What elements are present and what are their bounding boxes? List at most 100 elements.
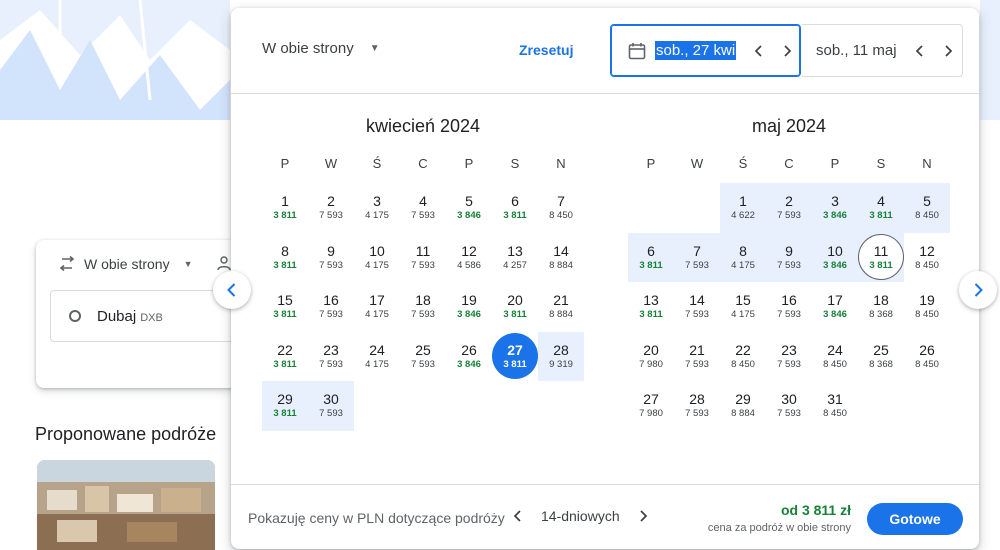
day-number: 10 xyxy=(369,242,385,259)
day-cell[interactable]: 27 593 xyxy=(766,183,812,233)
return-date-field[interactable]: sob., 11 maj xyxy=(802,24,963,77)
day-cell[interactable]: 43 811 xyxy=(858,183,904,233)
scroll-left-button[interactable] xyxy=(213,271,251,309)
day-cell[interactable]: 14 7 593 xyxy=(674,282,720,332)
origin-city: Dubaj xyxy=(97,307,137,325)
day-number: 18 xyxy=(873,292,889,309)
day-number: 3 xyxy=(831,193,839,210)
return-date-value[interactable]: sob., 11 maj xyxy=(816,42,897,59)
day-cell[interactable]: 21 7 593 xyxy=(674,332,720,382)
day-cell[interactable]: 11 7 593 xyxy=(400,233,446,283)
day-cell[interactable]: 10 3 846 xyxy=(812,232,858,282)
day-cell[interactable]: 22 8 450 xyxy=(720,332,766,382)
day-cell[interactable]: 27 593 xyxy=(308,183,354,233)
day-cell[interactable]: 23 7 593 xyxy=(308,332,354,382)
day-cell[interactable]: 14 8 884 xyxy=(538,233,584,283)
reset-button[interactable]: Zresetuj xyxy=(519,42,573,58)
day-cell[interactable]: 83 811 xyxy=(262,233,308,283)
day-cell[interactable]: 97 593 xyxy=(308,233,354,283)
day-number: 24 xyxy=(369,341,385,358)
day-cell[interactable]: 13 4 257 xyxy=(492,233,538,283)
day-cell[interactable]: 84 175 xyxy=(720,232,766,282)
day-number: 12 xyxy=(461,242,477,259)
day-cell[interactable]: 53 846 xyxy=(446,183,492,233)
day-cell[interactable]: 21 8 884 xyxy=(538,282,584,332)
day-cell[interactable]: 31 8 450 xyxy=(812,381,858,431)
scroll-right-button[interactable] xyxy=(959,271,997,309)
day-cell[interactable]: 19 8 450 xyxy=(904,282,950,332)
day-number: 28 xyxy=(553,341,569,358)
day-cell[interactable]: 25 8 368 xyxy=(858,332,904,382)
day-cell[interactable]: 18 7 593 xyxy=(400,282,446,332)
day-cell[interactable]: 33 846 xyxy=(812,183,858,233)
day-cell[interactable]: 19 3 846 xyxy=(446,282,492,332)
day-cell[interactable]: 29 8 884 xyxy=(720,381,766,431)
month-title: maj 2024 xyxy=(751,116,827,136)
day-number: 10 xyxy=(827,242,843,259)
return-prev-day-button[interactable] xyxy=(911,42,929,60)
done-button[interactable]: Gotowe xyxy=(867,503,963,535)
day-cell[interactable]: 15 4 175 xyxy=(720,282,766,332)
day-cell[interactable]: 63 811 xyxy=(492,183,538,233)
day-cell[interactable]: 24 4 175 xyxy=(354,332,400,382)
day-cell[interactable]: 13 811 xyxy=(262,183,308,233)
trip-type-dropdown[interactable]: W obie strony ▼ xyxy=(262,40,380,57)
departure-next-day-button[interactable] xyxy=(778,42,796,60)
day-price: 3 811 xyxy=(273,210,297,222)
day-cell[interactable]: 10 4 175 xyxy=(354,233,400,283)
day-cell[interactable]: 58 450 xyxy=(904,183,950,233)
departure-prev-day-button[interactable] xyxy=(750,42,768,60)
day-cell[interactable]: 63 811 xyxy=(628,232,674,282)
day-cell[interactable]: 17 4 175 xyxy=(354,282,400,332)
day-number: 2 xyxy=(327,193,335,210)
day-number: 7 xyxy=(557,193,565,210)
day-cell-return[interactable]: 11 3 811 xyxy=(858,232,904,282)
day-cell[interactable]: 16 7 593 xyxy=(308,282,354,332)
day-price: 3 846 xyxy=(457,210,481,222)
day-cell[interactable]: 26 8 450 xyxy=(904,332,950,382)
day-cell[interactable]: 14 622 xyxy=(720,183,766,233)
day-cell[interactable]: 20 3 811 xyxy=(492,282,538,332)
trip-type-selector-bg[interactable]: W obie strony ▼ xyxy=(58,256,193,272)
day-cell[interactable]: 30 7 593 xyxy=(766,381,812,431)
day-number: 9 xyxy=(785,242,793,259)
day-cell[interactable]: 28 7 593 xyxy=(674,381,720,431)
day-cell[interactable]: 22 3 811 xyxy=(262,332,308,382)
departure-date-field[interactable]: sob., 27 kwi xyxy=(610,24,801,77)
duration-increase-button[interactable] xyxy=(634,507,652,525)
day-cell[interactable]: 29 3 811 xyxy=(262,381,308,431)
day-price: 7 593 xyxy=(777,408,801,420)
day-price: 7 593 xyxy=(685,408,709,420)
day-cell[interactable]: 34 175 xyxy=(354,183,400,233)
day-cell[interactable]: 17 3 846 xyxy=(812,282,858,332)
return-next-day-button[interactable] xyxy=(939,42,957,60)
day-cell[interactable]: 47 593 xyxy=(400,183,446,233)
day-cell[interactable]: 27 7 980 xyxy=(628,381,674,431)
duration-decrease-button[interactable] xyxy=(509,507,527,525)
day-cell[interactable]: 12 4 586 xyxy=(446,233,492,283)
person-icon[interactable] xyxy=(216,255,232,271)
day-price: 8 450 xyxy=(915,309,939,321)
day-cell-departure[interactable]: 27 3 811 xyxy=(492,332,538,382)
day-cell[interactable]: 13 3 811 xyxy=(628,282,674,332)
day-cell[interactable]: 18 8 368 xyxy=(858,282,904,332)
day-number: 19 xyxy=(919,292,935,309)
day-cell[interactable]: 25 7 593 xyxy=(400,332,446,382)
day-cell[interactable]: 23 7 593 xyxy=(766,332,812,382)
day-price: 3 846 xyxy=(457,358,481,370)
caret-down-icon: ▼ xyxy=(369,43,380,54)
day-cell[interactable]: 15 3 811 xyxy=(262,282,308,332)
departure-date-value[interactable]: sob., 27 kwi xyxy=(655,41,737,60)
day-cell[interactable]: 20 7 980 xyxy=(628,332,674,382)
day-cell[interactable]: 12 8 450 xyxy=(904,233,950,283)
destination-thumbnail[interactable] xyxy=(37,460,215,550)
day-cell[interactable]: 24 8 450 xyxy=(812,332,858,382)
day-cell[interactable]: 78 450 xyxy=(538,183,584,233)
day-cell[interactable]: 77 593 xyxy=(674,232,720,282)
day-cell[interactable]: 28 9 319 xyxy=(538,331,584,381)
day-cell[interactable]: 16 7 593 xyxy=(766,282,812,332)
day-number: 9 xyxy=(327,242,335,259)
day-cell[interactable]: 97 593 xyxy=(766,232,812,282)
day-cell[interactable]: 26 3 846 xyxy=(446,332,492,382)
day-cell[interactable]: 30 7 593 xyxy=(308,381,354,431)
